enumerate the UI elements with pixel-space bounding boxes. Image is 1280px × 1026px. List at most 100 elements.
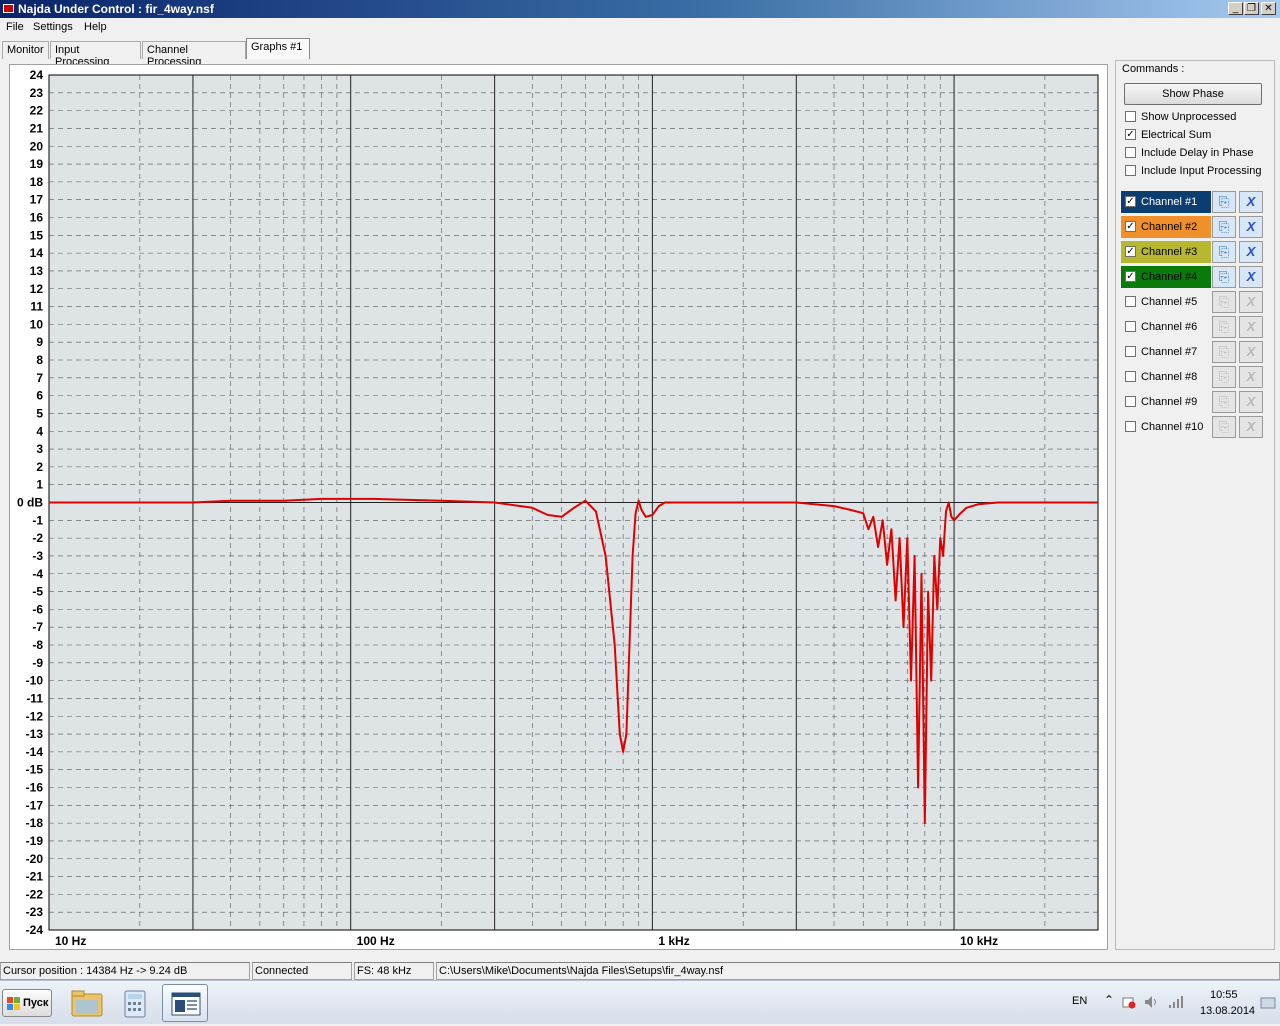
show-desktop-icon[interactable] xyxy=(1260,995,1276,1011)
remove-channel-x-icon[interactable]: X xyxy=(1239,341,1263,363)
remove-channel-x-icon[interactable]: X xyxy=(1239,266,1263,288)
channel-checkbox[interactable] xyxy=(1125,421,1136,432)
remove-channel-x-icon[interactable]: X xyxy=(1239,216,1263,238)
checkbox[interactable] xyxy=(1125,147,1136,158)
action-center-icon[interactable] xyxy=(1122,995,1136,1009)
remove-channel-x-icon[interactable]: X xyxy=(1239,316,1263,338)
remove-channel-x-icon[interactable]: X xyxy=(1239,241,1263,263)
channel-color-label[interactable]: Channel #10 xyxy=(1121,416,1211,438)
channel-checkbox[interactable] xyxy=(1125,396,1136,407)
volume-icon[interactable] xyxy=(1144,995,1160,1009)
channel-checkbox[interactable] xyxy=(1125,371,1136,382)
channel-color-label[interactable]: ✓ Channel #3 xyxy=(1121,241,1211,263)
load-channel-folder-icon[interactable]: ⎘ xyxy=(1212,291,1236,313)
tab-input-processing[interactable]: Input Processing xyxy=(50,41,141,68)
y-tick-label: -2 xyxy=(32,531,43,545)
calculator-icon xyxy=(124,990,146,1018)
frequency-response-chart[interactable]: 2423222120191817161514131211109876543210… xyxy=(10,65,1107,949)
checkbox[interactable] xyxy=(1125,111,1136,122)
channel-checkbox[interactable] xyxy=(1125,296,1136,307)
remove-channel-x-icon[interactable]: X xyxy=(1239,291,1263,313)
menu-help[interactable]: Help xyxy=(84,21,107,33)
najda-taskbar-button[interactable] xyxy=(162,984,208,1022)
y-tick-label: 9 xyxy=(36,335,43,349)
channel-row-8: Channel #8 ⎘ X xyxy=(1121,366,1266,388)
checkbox[interactable]: ✓ xyxy=(1125,129,1136,140)
restore-button[interactable]: ❐ xyxy=(1244,2,1259,15)
remove-channel-x-icon[interactable]: X xyxy=(1239,391,1263,413)
load-channel-folder-icon[interactable]: ⎘ xyxy=(1212,316,1236,338)
y-tick-label: -12 xyxy=(26,709,44,723)
channel-label: Channel #9 xyxy=(1141,396,1198,408)
option-label: Include Delay in Phase xyxy=(1141,147,1254,159)
channel-row-9: Channel #9 ⎘ X xyxy=(1121,391,1266,413)
y-tick-label: -11 xyxy=(26,691,43,705)
channel-checkbox[interactable] xyxy=(1125,346,1136,357)
network-icon[interactable] xyxy=(1168,995,1184,1009)
channel-color-label[interactable]: Channel #8 xyxy=(1121,366,1211,388)
tab-monitor[interactable]: Monitor xyxy=(2,41,49,59)
remove-channel-x-icon[interactable]: X xyxy=(1239,416,1263,438)
channel-color-label[interactable]: Channel #9 xyxy=(1121,391,1211,413)
graph-panel[interactable]: 24 23 22 21 20 19 18 17 16 15 14 13 12 11 10 9 8 7 6 5 4 3 2 1 0… xyxy=(9,64,1108,950)
explorer-icon xyxy=(71,990,103,1017)
show-phase-button[interactable]: Show Phase xyxy=(1124,83,1262,105)
tab-graphs-1[interactable]: Graphs #1 xyxy=(246,38,310,59)
load-channel-folder-icon[interactable]: ⎘ xyxy=(1212,266,1236,288)
channel-label: Channel #1 xyxy=(1141,196,1198,208)
load-channel-folder-icon[interactable]: ⎘ xyxy=(1212,341,1236,363)
channel-checkbox[interactable] xyxy=(1125,321,1136,332)
option-label: Include Input Processing xyxy=(1141,165,1262,177)
minimize-button[interactable]: _ xyxy=(1228,2,1243,15)
y-tick-label: -1 xyxy=(32,513,43,527)
y-tick-label: 21 xyxy=(30,121,44,135)
channel-label: Channel #7 xyxy=(1141,346,1198,358)
channel-label: Channel #3 xyxy=(1141,246,1198,258)
y-tick-label: -14 xyxy=(26,745,44,759)
remove-channel-x-icon[interactable]: X xyxy=(1239,366,1263,388)
close-button[interactable]: ✕ xyxy=(1261,2,1276,15)
explorer-taskbar-button[interactable] xyxy=(64,984,110,1022)
channel-color-label[interactable]: Channel #6 xyxy=(1121,316,1211,338)
channel-checkbox[interactable]: ✓ xyxy=(1125,271,1136,282)
channel-color-label[interactable]: ✓ Channel #4 xyxy=(1121,266,1211,288)
commands-panel: Commands : Show Phase Show Unprocessed ✓ E… xyxy=(1115,60,1275,950)
channel-color-label[interactable]: ✓ Channel #2 xyxy=(1121,216,1211,238)
checkbox[interactable] xyxy=(1125,165,1136,176)
y-tick-label: -17 xyxy=(26,798,44,812)
channel-row-5: Channel #5 ⎘ X xyxy=(1121,291,1266,313)
calculator-taskbar-button[interactable] xyxy=(112,984,158,1022)
channel-color-label[interactable]: Channel #5 xyxy=(1121,291,1211,313)
load-channel-folder-icon[interactable]: ⎘ xyxy=(1212,366,1236,388)
language-indicator[interactable]: EN xyxy=(1072,995,1087,1007)
clock-time[interactable]: 10:55 xyxy=(1210,989,1238,1001)
load-channel-folder-icon[interactable]: ⎘ xyxy=(1212,241,1236,263)
y-tick-label: 11 xyxy=(30,300,43,314)
remove-channel-x-icon[interactable]: X xyxy=(1239,191,1263,213)
start-button[interactable]: Пуск xyxy=(2,989,52,1017)
channel-label: Channel #2 xyxy=(1141,221,1198,233)
show-hidden-icons-icon[interactable]: ⌃ xyxy=(1104,993,1114,1007)
channel-color-label[interactable]: Channel #7 xyxy=(1121,341,1211,363)
y-tick-label: -3 xyxy=(32,549,43,563)
y-tick-label: -24 xyxy=(26,923,44,937)
cursor-position-status: Cursor position : 14384 Hz -> 9.24 dB xyxy=(0,962,250,980)
load-channel-folder-icon[interactable]: ⎘ xyxy=(1212,391,1236,413)
channel-color-label[interactable]: ✓ Channel #1 xyxy=(1121,191,1211,213)
menu-settings[interactable]: Settings xyxy=(33,21,73,33)
y-tick-label: 23 xyxy=(30,86,44,100)
y-tick-label: -19 xyxy=(26,834,44,848)
channel-checkbox[interactable]: ✓ xyxy=(1125,221,1136,232)
channel-checkbox[interactable]: ✓ xyxy=(1125,196,1136,207)
y-tick-label: 2 xyxy=(36,460,43,474)
clock-date[interactable]: 13.08.2014 xyxy=(1200,1005,1255,1017)
tab-strip: Monitor Input Processing Channel Process… xyxy=(0,38,1280,68)
load-channel-folder-icon[interactable]: ⎘ xyxy=(1212,216,1236,238)
channel-row-2: ✓ Channel #2 ⎘ X xyxy=(1121,216,1266,238)
load-channel-folder-icon[interactable]: ⎘ xyxy=(1212,191,1236,213)
title-bar: Najda Under Control : fir_4way.nsf _ ❐ ✕ xyxy=(0,0,1280,18)
load-channel-folder-icon[interactable]: ⎘ xyxy=(1212,416,1236,438)
channel-checkbox[interactable]: ✓ xyxy=(1125,246,1136,257)
menu-file[interactable]: File xyxy=(6,21,24,33)
tab-channel-processing[interactable]: Channel Processing xyxy=(142,41,246,68)
